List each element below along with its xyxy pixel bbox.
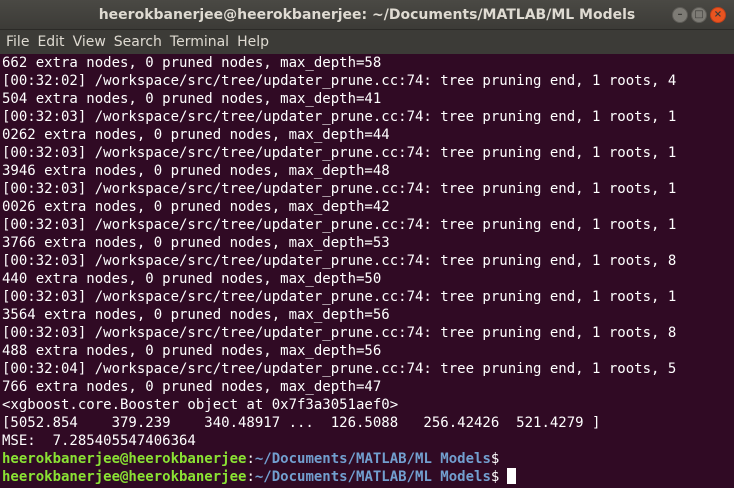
prompt-line-active[interactable]: heerokbanerjee@heerokbanerjee:~/Document… <box>2 468 734 486</box>
output-line: [00:32:03] /workspace/src/tree/updater_p… <box>2 109 677 125</box>
close-button[interactable]: × <box>710 7 726 23</box>
output-line: <xgboost.core.Booster object at 0x7f3a30… <box>2 397 399 413</box>
prompt-separator: : <box>246 451 255 467</box>
output-line: 0026 extra nodes, 0 pruned nodes, max_de… <box>2 199 390 215</box>
output-line: [00:32:04] /workspace/src/tree/updater_p… <box>2 361 677 377</box>
minimize-icon: – <box>677 9 683 20</box>
prompt-path: ~/Documents/MATLAB/ML Models <box>254 469 491 485</box>
prompt-user-host: heerokbanerjee@heerokbanerjee <box>2 469 247 485</box>
minimize-button[interactable]: – <box>672 7 688 23</box>
output-line: 766 extra nodes, 0 pruned nodes, max_dep… <box>2 379 382 395</box>
text-cursor[interactable] <box>507 468 517 484</box>
output-line: 488 extra nodes, 0 pruned nodes, max_dep… <box>2 343 382 359</box>
maximize-icon: □ <box>694 9 704 20</box>
output-line: [00:32:02] /workspace/src/tree/updater_p… <box>2 73 677 89</box>
prompt-line: heerokbanerjee@heerokbanerjee:~/Document… <box>2 450 734 468</box>
window-controls: – □ × <box>672 7 726 23</box>
output-line: MSE: 7.285405547406364 <box>2 433 196 449</box>
prompt-symbol: $ <box>490 469 500 485</box>
prompt-symbol: $ <box>490 451 500 467</box>
prompt-separator: : <box>246 469 255 485</box>
terminal-output[interactable]: 662 extra nodes, 0 pruned nodes, max_dep… <box>0 54 734 488</box>
output-line: [00:32:03] /workspace/src/tree/updater_p… <box>2 145 677 161</box>
output-line: [00:32:03] /workspace/src/tree/updater_p… <box>2 181 677 197</box>
menu-edit[interactable]: Edit <box>33 30 68 54</box>
output-line: 0262 extra nodes, 0 pruned nodes, max_de… <box>2 127 390 143</box>
close-icon: × <box>713 9 723 20</box>
output-line: 3564 extra nodes, 0 pruned nodes, max_de… <box>2 307 390 323</box>
output-line: 3946 extra nodes, 0 pruned nodes, max_de… <box>2 163 390 179</box>
menu-search[interactable]: Search <box>110 30 166 54</box>
menu-bar: File Edit View Search Terminal Help <box>0 30 734 54</box>
title-bar[interactable]: heerokbanerjee@heerokbanerjee: ~/Documen… <box>0 0 734 30</box>
output-line: 504 extra nodes, 0 pruned nodes, max_dep… <box>2 91 382 107</box>
output-line: [00:32:03] /workspace/src/tree/updater_p… <box>2 289 677 305</box>
output-line: 662 extra nodes, 0 pruned nodes, max_dep… <box>2 55 382 71</box>
output-line: [5052.854 379.239 340.48917 ... 126.5088… <box>2 415 601 431</box>
menu-view[interactable]: View <box>69 30 110 54</box>
prompt-user-host: heerokbanerjee@heerokbanerjee <box>2 451 247 467</box>
output-line: 3766 extra nodes, 0 pruned nodes, max_de… <box>2 235 390 251</box>
output-line: [00:32:03] /workspace/src/tree/updater_p… <box>2 253 677 269</box>
menu-help[interactable]: Help <box>233 30 273 54</box>
output-line: [00:32:03] /workspace/src/tree/updater_p… <box>2 217 677 233</box>
window-title: heerokbanerjee@heerokbanerjee: ~/Documen… <box>98 7 636 23</box>
menu-terminal[interactable]: Terminal <box>166 30 233 54</box>
prompt-path: ~/Documents/MATLAB/ML Models <box>254 451 491 467</box>
output-line: [00:32:03] /workspace/src/tree/updater_p… <box>2 325 677 341</box>
maximize-button[interactable]: □ <box>691 7 707 23</box>
output-line: 440 extra nodes, 0 pruned nodes, max_dep… <box>2 271 382 287</box>
terminal-window: heerokbanerjee@heerokbanerjee: ~/Documen… <box>0 0 734 488</box>
menu-file[interactable]: File <box>2 30 33 54</box>
